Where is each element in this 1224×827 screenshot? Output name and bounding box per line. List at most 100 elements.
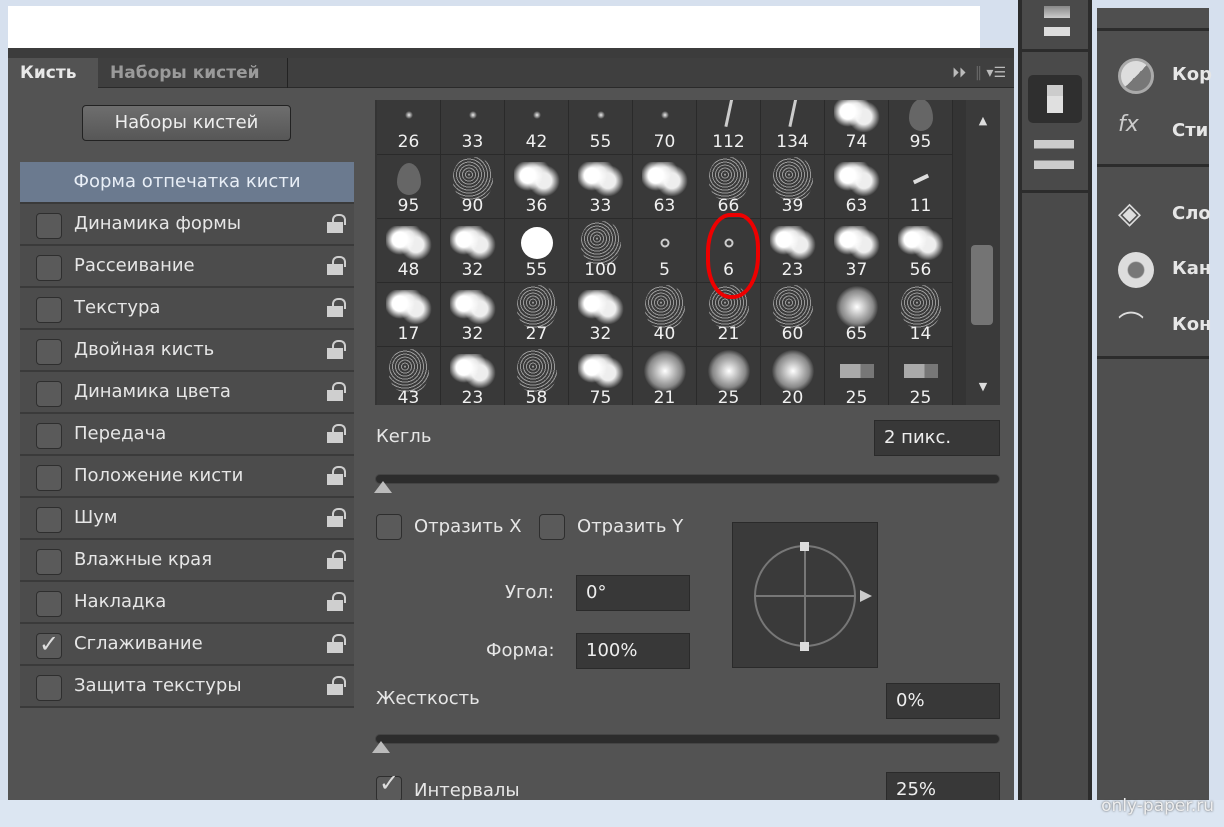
option-3[interactable]: Текстура xyxy=(20,288,354,330)
lock-icon[interactable] xyxy=(326,550,344,570)
grid-scrollbar[interactable]: ▲ ▼ xyxy=(966,100,1000,405)
option-0[interactable]: Форма отпечатка кисти xyxy=(20,162,354,204)
brush-tip[interactable]: 32 xyxy=(569,283,633,347)
size-slider-knob[interactable] xyxy=(374,481,392,493)
brush-tip[interactable]: 70 xyxy=(633,100,697,155)
brush-tip[interactable]: 100 xyxy=(569,219,633,283)
brush-tip[interactable]: 63 xyxy=(633,155,697,219)
lock-icon[interactable] xyxy=(326,508,344,528)
brush-tip[interactable]: 25 xyxy=(697,347,761,405)
option-checkbox[interactable] xyxy=(36,507,62,533)
option-checkbox[interactable] xyxy=(36,549,62,575)
brush-tip[interactable]: 39 xyxy=(761,155,825,219)
brush-tip[interactable]: 134 xyxy=(761,100,825,155)
brush-tip[interactable]: 20 xyxy=(761,347,825,405)
layers-icon[interactable]: ◈ xyxy=(1118,196,1154,232)
brush-tip[interactable]: 48 xyxy=(377,219,441,283)
option-checkbox[interactable] xyxy=(36,591,62,617)
panel-layers[interactable]: Сло xyxy=(1172,203,1211,224)
brush-tip[interactable]: 37 xyxy=(825,219,889,283)
tab-brush[interactable]: Кисть xyxy=(8,58,98,88)
option-9[interactable]: Влажные края xyxy=(20,540,354,582)
panel-adjustments[interactable]: Кор xyxy=(1172,64,1212,85)
brush-tip[interactable]: 95 xyxy=(377,155,441,219)
roundness-field[interactable]: 100% xyxy=(576,633,690,669)
option-7[interactable]: Положение кисти xyxy=(20,456,354,498)
option-checkbox[interactable] xyxy=(36,381,62,407)
brush-tip[interactable]: 58 xyxy=(505,347,569,405)
option-12[interactable]: Защита текстуры xyxy=(20,666,354,708)
option-10[interactable]: Накладка xyxy=(20,582,354,624)
brush-tip[interactable]: 60 xyxy=(761,283,825,347)
option-1[interactable]: Динамика формы xyxy=(20,204,354,246)
angle-roundness-widget[interactable] xyxy=(732,522,878,668)
scroll-down-arrow[interactable]: ▼ xyxy=(966,380,1000,393)
lock-icon[interactable] xyxy=(326,466,344,486)
panel-styles[interactable]: Сти xyxy=(1172,120,1208,141)
brush-tip[interactable]: 43 xyxy=(377,347,441,405)
brush-tip[interactable]: 23 xyxy=(761,219,825,283)
option-checkbox[interactable] xyxy=(36,675,62,701)
hardness-field[interactable]: 0% xyxy=(886,683,1000,719)
3d-tool-icon[interactable] xyxy=(1044,6,1070,36)
fx-styles-icon[interactable]: fx xyxy=(1118,112,1154,148)
brush-tip[interactable]: 14 xyxy=(889,283,953,347)
option-checkbox[interactable] xyxy=(36,255,62,281)
brush-tip[interactable]: 5 xyxy=(633,219,697,283)
panel-menu[interactable]: ⏵⏵ ‖ ▾☰ xyxy=(952,58,1006,88)
brush-tip[interactable]: 42 xyxy=(505,100,569,155)
lock-icon[interactable] xyxy=(326,592,344,612)
brush-tip[interactable]: 55 xyxy=(569,100,633,155)
brush-tip[interactable]: 74 xyxy=(825,100,889,155)
brush-tip[interactable]: 21 xyxy=(633,347,697,405)
brush-presets-icon[interactable] xyxy=(1034,140,1074,174)
flip-y-checkbox[interactable] xyxy=(539,514,565,540)
brush-tip[interactable]: 27 xyxy=(505,283,569,347)
brush-tip[interactable]: 25 xyxy=(889,347,953,405)
hardness-slider[interactable] xyxy=(372,734,1000,753)
brush-tip[interactable]: 26 xyxy=(377,100,441,155)
channels-icon[interactable] xyxy=(1118,252,1154,288)
lock-icon[interactable] xyxy=(326,382,344,402)
paths-icon[interactable]: ⌒ xyxy=(1118,308,1154,344)
brush-tip[interactable]: 33 xyxy=(569,155,633,219)
panel-channels[interactable]: Кан xyxy=(1172,258,1211,279)
tab-brush-presets[interactable]: Наборы кистей xyxy=(98,58,288,88)
brush-tip[interactable]: 32 xyxy=(441,283,505,347)
brush-tip[interactable]: 25 xyxy=(825,347,889,405)
size-slider[interactable] xyxy=(374,474,1000,493)
adjustments-icon[interactable] xyxy=(1118,58,1154,94)
brush-tip[interactable]: 112 xyxy=(697,100,761,155)
option-checkbox[interactable]: ✓ xyxy=(36,630,62,659)
flip-x-checkbox[interactable] xyxy=(376,514,402,540)
lock-icon[interactable] xyxy=(326,298,344,318)
option-2[interactable]: Рассеивание xyxy=(20,246,354,288)
collapse-icon[interactable]: ⏵⏵ xyxy=(952,65,966,81)
brush-tip[interactable]: 11 xyxy=(889,155,953,219)
option-6[interactable]: Передача xyxy=(20,414,354,456)
lock-icon[interactable] xyxy=(326,424,344,444)
option-checkbox[interactable] xyxy=(36,213,62,239)
brush-presets-button[interactable]: Наборы кистей xyxy=(82,105,291,141)
brush-tip[interactable]: 36 xyxy=(505,155,569,219)
option-checkbox[interactable] xyxy=(36,297,62,323)
spacing-checkbox[interactable]: ✓ xyxy=(376,769,402,802)
brush-tip[interactable]: 95 xyxy=(889,100,953,155)
brush-tip[interactable]: 90 xyxy=(441,155,505,219)
brush-tip[interactable]: 63 xyxy=(825,155,889,219)
option-5[interactable]: Динамика цвета xyxy=(20,372,354,414)
brush-tip[interactable]: 33 xyxy=(441,100,505,155)
scroll-up-arrow[interactable]: ▲ xyxy=(966,114,1000,127)
lock-icon[interactable] xyxy=(326,634,344,654)
lock-icon[interactable] xyxy=(326,340,344,360)
brush-tip[interactable]: 56 xyxy=(889,219,953,283)
option-11[interactable]: ✓ Сглаживание xyxy=(20,624,354,666)
brush-tip[interactable]: 23 xyxy=(441,347,505,405)
option-8[interactable]: Шум xyxy=(20,498,354,540)
menu-icon[interactable]: ▾☰ xyxy=(986,65,1006,81)
lock-icon[interactable] xyxy=(326,676,344,696)
option-4[interactable]: Двойная кисть xyxy=(20,330,354,372)
brush-tip[interactable]: 32 xyxy=(441,219,505,283)
option-checkbox[interactable] xyxy=(36,423,62,449)
brush-tip[interactable]: 75 xyxy=(569,347,633,405)
